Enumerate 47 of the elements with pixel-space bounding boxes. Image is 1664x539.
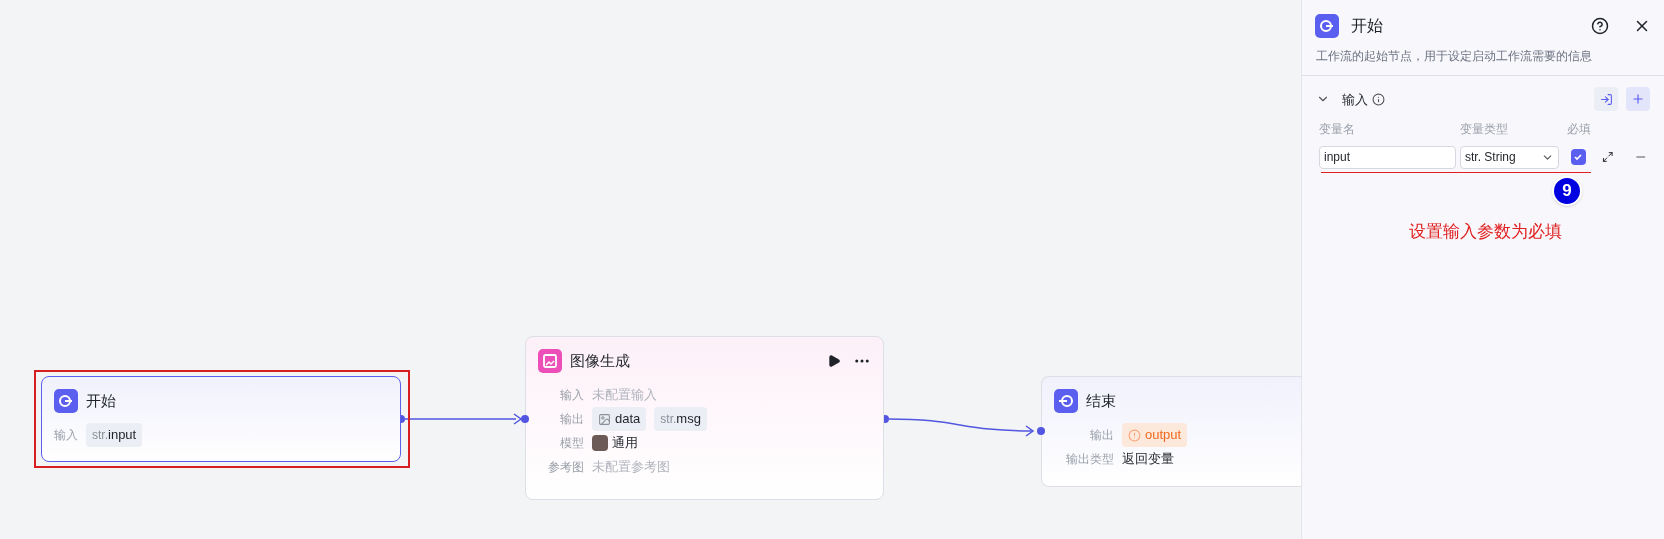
required-checkbox[interactable] — [1570, 149, 1586, 165]
variable-name-field[interactable]: input — [1319, 145, 1456, 169]
start-node-icon — [54, 389, 78, 413]
row-label: 输出 — [559, 411, 584, 428]
panel-title: 开始 — [1351, 15, 1383, 36]
variable-tag: str.msg — [654, 407, 707, 431]
import-icon — [1599, 92, 1613, 106]
expand-icon[interactable] — [1601, 151, 1614, 163]
run-icon[interactable] — [827, 354, 841, 368]
plus-icon — [1631, 92, 1645, 107]
import-button[interactable] — [1594, 87, 1618, 112]
node-title: 图像生成 — [570, 350, 630, 371]
workflow-node[interactable]: 图像生成 输入 未配置输入 输出 data str.msg 模型 通用 参考图 未配置参考图 — [525, 336, 884, 500]
empty-value: 未配置输入 — [592, 386, 657, 405]
value-text: 返回变量 — [1122, 450, 1174, 469]
empty-value: 未配置参考图 — [592, 458, 670, 477]
image-node-icon — [538, 349, 562, 373]
node-title: 结束 — [1086, 390, 1116, 411]
row-label: 输出类型 — [1065, 451, 1114, 468]
row-label: 模型 — [559, 435, 584, 452]
warning-icon — [1128, 428, 1141, 442]
image-icon — [598, 412, 611, 426]
panel-description: 工作流的起始节点，用于设定启动工作流需要的信息 — [1315, 49, 1593, 64]
workflow-node[interactable]: 结束 输出 output 输出类型 返回变量 — [1041, 376, 1301, 487]
help-icon[interactable] — [1591, 16, 1609, 35]
model-name: 通用 — [612, 434, 638, 453]
step-badge: 9 — [1552, 175, 1582, 206]
column-header: 变量类型 — [1460, 122, 1509, 138]
column-header: 必填 — [1567, 122, 1591, 138]
row-label: 输出 — [1089, 427, 1114, 444]
workflow-node[interactable]: 开始 输入 str.input — [41, 376, 401, 462]
avatar-placeholder — [592, 435, 608, 451]
section-title[interactable]: 输入 — [1342, 89, 1368, 109]
node-title: 开始 — [86, 390, 116, 411]
row-label: 输入 — [559, 387, 584, 404]
row-label: 输入 — [54, 427, 78, 444]
row-label: 参考图 — [547, 459, 584, 476]
checkmark-icon — [1573, 152, 1584, 162]
info-icon — [1372, 92, 1385, 106]
start-node-icon — [1315, 13, 1339, 38]
image-variable-tag: data — [592, 407, 647, 431]
column-header: 变量名 — [1319, 122, 1356, 138]
variable-tag: str.input — [86, 423, 143, 447]
warning-variable-tag: output — [1122, 423, 1188, 447]
end-node-icon — [1054, 389, 1078, 413]
type-select[interactable]: str. String — [1460, 145, 1559, 169]
annotation-note: 设置输入参数为必填 — [1409, 220, 1562, 243]
